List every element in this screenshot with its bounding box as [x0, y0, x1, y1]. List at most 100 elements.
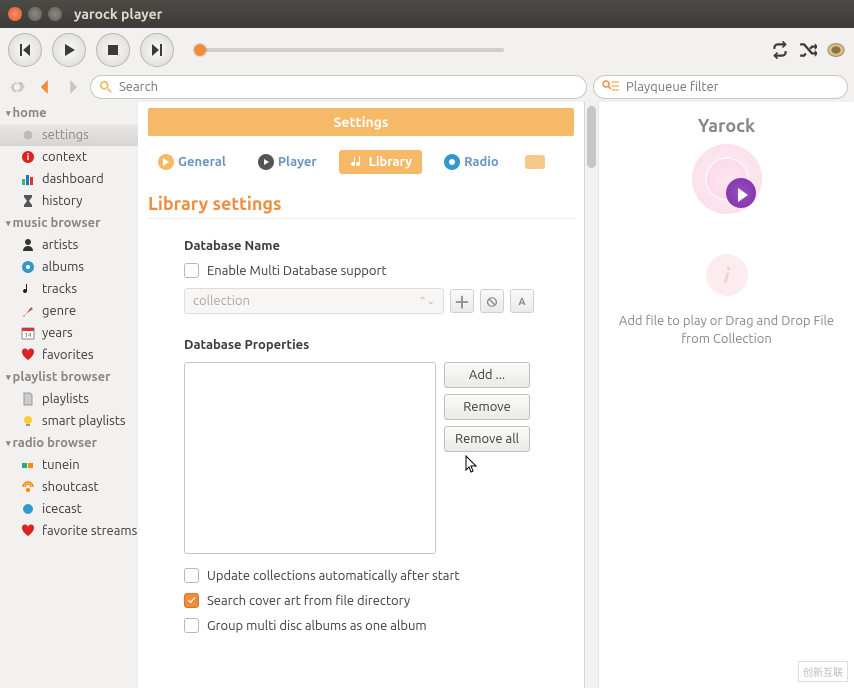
play-button[interactable] — [52, 33, 86, 67]
search-box[interactable] — [90, 75, 587, 99]
sidebar-item-favorites[interactable]: favorites — [0, 344, 138, 366]
sidebar-item-genre[interactable]: genre — [0, 300, 138, 322]
nav-back-button[interactable] — [34, 76, 56, 98]
sidebar-item-artists[interactable]: artists — [0, 234, 138, 256]
main-content: Settings General Player Library Radio Li… — [138, 102, 598, 688]
db-add-button[interactable]: ＋ — [450, 289, 474, 313]
playqueue-hint: Add file to play or Drag and Drop File f… — [613, 312, 840, 348]
info-badge: i — [706, 254, 748, 296]
disc-icon — [20, 259, 36, 275]
playqueue-filter-input[interactable] — [626, 80, 839, 94]
section-title: Library settings — [148, 194, 574, 214]
remove-path-button[interactable]: Remove — [444, 394, 530, 420]
hourglass-icon — [20, 193, 36, 209]
volume-icon[interactable] — [826, 40, 846, 60]
progress-slider[interactable] — [194, 48, 504, 52]
sidebar: home settings icontext dashboard history… — [0, 102, 138, 688]
library-tab-icon — [349, 154, 365, 170]
sidebar-item-smart-playlists[interactable]: smart playlists — [0, 410, 138, 432]
db-disable-button[interactable]: ⦸ — [480, 289, 504, 313]
keyboard-icon — [525, 155, 545, 169]
window-buttons — [8, 7, 62, 21]
sidebar-group-music[interactable]: music browser — [0, 212, 138, 234]
general-tab-icon — [158, 154, 174, 170]
heart-icon — [20, 523, 36, 539]
opt-group-row: Group multi disc albums as one album — [184, 618, 574, 633]
svg-text:i: i — [27, 152, 30, 162]
db-rename-button[interactable]: A — [510, 289, 534, 313]
database-name-label: Database Name — [184, 239, 574, 253]
person-icon — [20, 237, 36, 253]
opt-cover-row: Search cover art from file directory — [184, 593, 574, 608]
calendar-icon: 14 — [20, 325, 36, 341]
opt-update-row: Update collections automatically after s… — [184, 568, 574, 583]
sidebar-item-icecast[interactable]: icecast — [0, 498, 138, 520]
search-icon — [99, 80, 113, 94]
gear-icon — [20, 127, 36, 143]
main-scrollbar[interactable] — [584, 102, 598, 688]
playqueue-filter-box[interactable] — [593, 75, 848, 99]
repeat-icon[interactable] — [770, 40, 790, 60]
shoutcast-icon — [20, 479, 36, 495]
window-title: yarock player — [74, 6, 162, 22]
opt-update-checkbox[interactable] — [184, 568, 199, 583]
nav-forward-button[interactable] — [62, 76, 84, 98]
opt-group-checkbox[interactable] — [184, 618, 199, 633]
database-dropdown[interactable]: collection⌃⌄ — [184, 288, 444, 314]
bars-icon — [20, 171, 36, 187]
enable-multi-row: Enable Multi Database support — [184, 263, 574, 278]
sidebar-group-playlist[interactable]: playlist browser — [0, 366, 138, 388]
app-name: Yarock — [698, 116, 755, 136]
window-maximize-button[interactable] — [48, 7, 62, 21]
tab-library[interactable]: Library — [339, 150, 422, 174]
sidebar-group-home[interactable]: home — [0, 102, 138, 124]
tab-general[interactable]: General — [148, 150, 236, 174]
stop-button[interactable] — [96, 33, 130, 67]
sidebar-group-radio[interactable]: radio browser — [0, 432, 138, 454]
opt-cover-checkbox[interactable] — [184, 593, 199, 608]
info-icon: i — [20, 149, 36, 165]
sidebar-item-history[interactable]: history — [0, 190, 138, 212]
watermark: 创新互联 — [798, 661, 848, 682]
album-art-placeholder — [692, 144, 762, 214]
svg-text:14: 14 — [25, 332, 32, 339]
bulb-icon — [20, 413, 36, 429]
enable-multi-checkbox[interactable] — [184, 263, 199, 278]
shuffle-icon[interactable] — [798, 40, 818, 60]
window-minimize-button[interactable] — [28, 7, 42, 21]
database-paths-list[interactable] — [184, 362, 436, 554]
settings-tabs: General Player Library Radio — [148, 150, 574, 174]
add-path-button[interactable]: Add ... — [444, 362, 530, 388]
media-toolbar — [0, 28, 854, 72]
sidebar-item-tracks[interactable]: tracks — [0, 278, 138, 300]
icecast-icon — [20, 501, 36, 517]
file-icon — [20, 391, 36, 407]
prev-track-button[interactable] — [8, 33, 42, 67]
radio-tab-icon — [444, 154, 460, 170]
sidebar-item-context[interactable]: icontext — [0, 146, 138, 168]
sidebar-item-tunein[interactable]: tunein — [0, 454, 138, 476]
sidebar-item-albums[interactable]: albums — [0, 256, 138, 278]
tab-more[interactable] — [521, 151, 549, 173]
window-close-button[interactable] — [8, 7, 22, 21]
tab-radio[interactable]: Radio — [434, 150, 509, 174]
tab-player[interactable]: Player — [248, 150, 327, 174]
settings-gear-icon[interactable] — [6, 76, 28, 98]
nav-row — [0, 72, 854, 102]
sidebar-item-playlists[interactable]: playlists — [0, 388, 138, 410]
note-icon — [20, 281, 36, 297]
database-properties-label: Database Properties — [184, 338, 574, 352]
violin-icon — [20, 303, 36, 319]
enable-multi-label: Enable Multi Database support — [207, 264, 387, 278]
sidebar-item-shoutcast[interactable]: shoutcast — [0, 476, 138, 498]
settings-banner: Settings — [148, 108, 574, 136]
next-track-button[interactable] — [140, 33, 174, 67]
sidebar-item-dashboard[interactable]: dashboard — [0, 168, 138, 190]
sidebar-item-years[interactable]: 14years — [0, 322, 138, 344]
remove-all-button[interactable]: Remove all — [444, 426, 530, 452]
tunein-icon — [20, 457, 36, 473]
divider — [148, 218, 574, 219]
search-input[interactable] — [119, 80, 578, 94]
sidebar-item-settings[interactable]: settings — [0, 124, 138, 146]
sidebar-item-favorite-streams[interactable]: favorite streams — [0, 520, 138, 542]
